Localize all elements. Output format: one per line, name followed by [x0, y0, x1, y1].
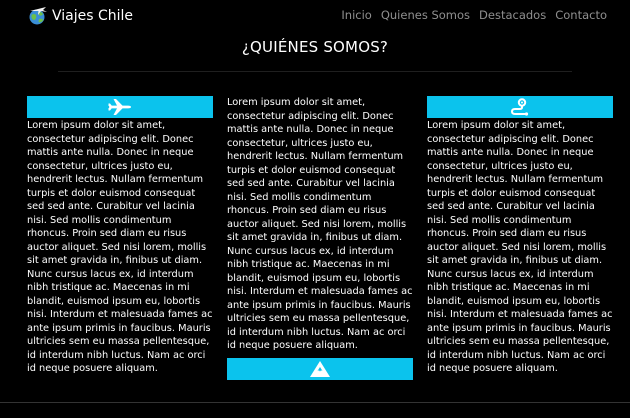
column-3-text: Lorem ipsum dolor sit amet, consectetur …	[427, 120, 613, 374]
nav-link-contacto[interactable]: Contacto	[555, 8, 607, 22]
globe-plane-logo-icon	[29, 7, 47, 25]
airplane-icon	[108, 99, 131, 115]
section-title: ¿QUIÉNES SOMOS?	[241, 38, 389, 56]
icon-bar-route	[427, 96, 613, 118]
mountain-icon	[310, 360, 330, 377]
about-column-3: Lorem ipsum dolor sit amet, consectetur …	[427, 96, 613, 376]
nav-link-quienes-somos[interactable]: Quienes Somos	[381, 8, 470, 22]
about-column-2: Lorem ipsum dolor sit amet, consectetur …	[227, 96, 413, 380]
route-icon	[510, 98, 529, 116]
icon-bar-airplane	[27, 96, 213, 118]
icon-bar-mountain	[227, 357, 413, 380]
navbar: Viajes Chile Inicio Quienes Somos Destac…	[0, 0, 630, 32]
nav-links: Inicio Quienes Somos Destacados Contacto	[341, 8, 607, 22]
column-1-text: Lorem ipsum dolor sit amet, consectetur …	[27, 120, 213, 374]
title-divider	[58, 71, 572, 72]
brand-link[interactable]: Viajes Chile	[28, 6, 133, 26]
column-2-text: Lorem ipsum dolor sit amet, consectetur …	[227, 97, 413, 351]
about-column-1: Lorem ipsum dolor sit amet, consectetur …	[27, 96, 213, 376]
nav-link-destacados[interactable]: Destacados	[479, 8, 546, 22]
bottom-divider	[0, 402, 630, 403]
brand-name: Viajes Chile	[52, 8, 134, 24]
nav-link-inicio[interactable]: Inicio	[341, 8, 371, 22]
